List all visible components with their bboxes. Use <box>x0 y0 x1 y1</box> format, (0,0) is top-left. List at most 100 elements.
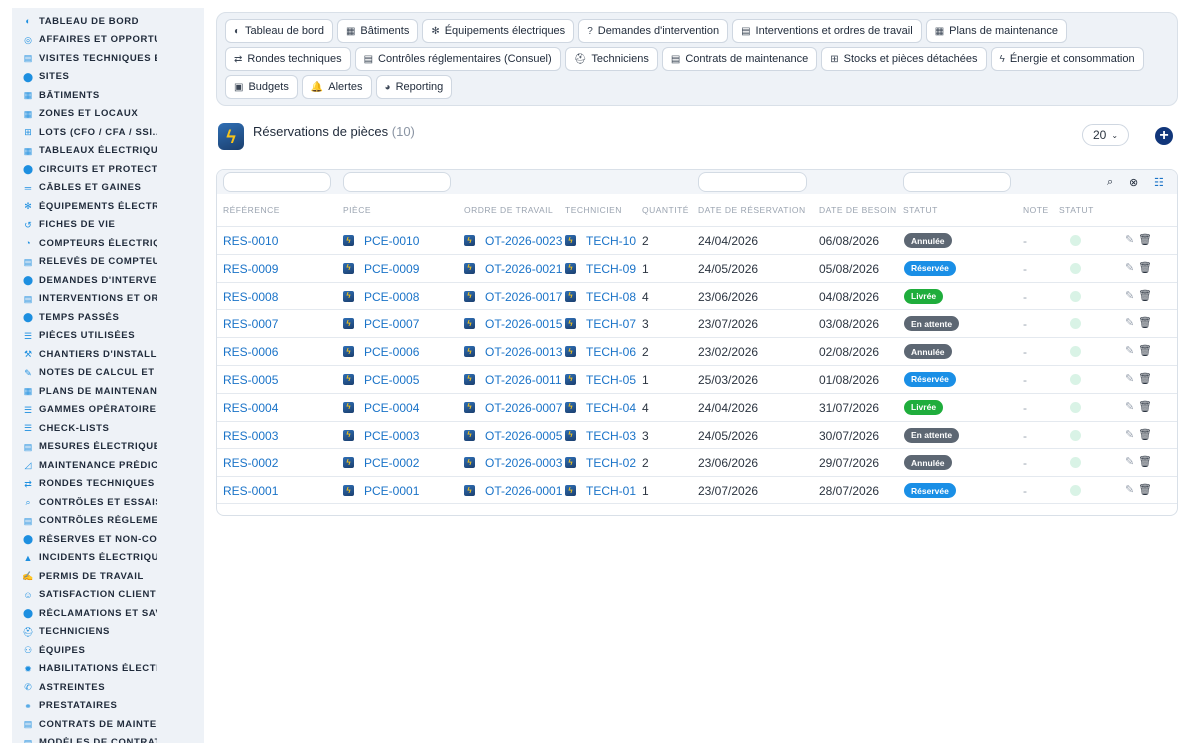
reference-link[interactable]: RES-0008 <box>223 290 278 304</box>
delete-icon[interactable]: 🗑 <box>1138 428 1152 441</box>
edit-icon[interactable]: ✎ <box>1125 261 1134 274</box>
work-order-link[interactable]: OT-2026-0011 <box>485 373 562 387</box>
sidebar-item[interactable]: ⬤ RÉCLAMATIONS ET SAV <box>12 604 204 623</box>
delete-icon[interactable]: 🗑 <box>1138 372 1152 385</box>
work-order-link[interactable]: OT-2026-0015 <box>485 317 562 331</box>
nav-button[interactable]: 🔔 Alertes <box>301 75 372 99</box>
edit-icon[interactable]: ✎ <box>1125 483 1134 496</box>
sidebar-item[interactable]: ▤ CONTRÔLES RÉGLEMENTAIRES <box>12 512 204 531</box>
filter-date-reservation-input[interactable] <box>698 172 807 192</box>
column-header-statut-indicator[interactable]: Statut <box>1059 205 1094 215</box>
piece-link[interactable]: PCE-0004 <box>364 401 419 415</box>
reference-link[interactable]: RES-0005 <box>223 373 278 387</box>
sidebar-item[interactable]: ▤ CONTRATS DE MAINTENANCE <box>12 715 204 734</box>
edit-icon[interactable]: ✎ <box>1125 372 1134 385</box>
sidebar-item[interactable]: ✻ ÉQUIPEMENTS ÉLECTRIQUES <box>12 197 204 216</box>
sidebar-item[interactable]: ⬤ CIRCUITS ET PROTECTIONS <box>12 160 204 179</box>
nav-button[interactable]: ⊞ Stocks et pièces détachées <box>821 47 987 71</box>
sidebar-item[interactable]: ☰ GAMMES OPÉRATOIRES <box>12 401 204 420</box>
piece-link[interactable]: PCE-0001 <box>364 484 419 498</box>
sidebar-item[interactable]: ▦ TABLEAUX ÉLECTRIQUES <box>12 142 204 161</box>
sidebar-item[interactable]: ☺ SATISFACTION CLIENT <box>12 586 204 605</box>
column-header-note[interactable]: Note <box>1023 205 1049 215</box>
technician-link[interactable]: TECH-01 <box>586 484 636 498</box>
delete-icon[interactable]: 🗑 <box>1138 261 1152 274</box>
sidebar-item[interactable]: ⬤ DEMANDES D'INTERVENTION <box>12 271 204 290</box>
sidebar-item[interactable]: ◿ MAINTENANCE PRÉDICTIVE <box>12 456 204 475</box>
sidebar-item[interactable]: ⌕ CONTRÔLES ET ESSAIS <box>12 493 204 512</box>
delete-icon[interactable]: 🗑 <box>1138 400 1152 413</box>
nav-button[interactable]: ✻ Équipements électriques <box>422 19 575 43</box>
sidebar-item[interactable]: ✹ HABILITATIONS ÉLECTRIQUES <box>12 660 204 679</box>
work-order-link[interactable]: OT-2026-0001 <box>485 484 562 498</box>
column-list-icon[interactable]: ☷ <box>1154 176 1164 189</box>
piece-link[interactable]: PCE-0007 <box>364 317 419 331</box>
nav-button[interactable]: ◐ Tableau de bord <box>225 19 333 43</box>
column-header-quantite[interactable]: Quantité <box>642 205 689 215</box>
sidebar-item[interactable]: ▲ INCIDENTS ÉLECTRIQUES <box>12 549 204 568</box>
sidebar-item[interactable]: ☰ PIÈCES UTILISÉES <box>12 327 204 346</box>
delete-icon[interactable]: 🗑 <box>1138 483 1152 496</box>
reference-link[interactable]: RES-0002 <box>223 456 278 470</box>
sidebar-item[interactable]: ✍ PERMIS DE TRAVAIL <box>12 567 204 586</box>
nav-button[interactable]: ⇄ Rondes techniques <box>225 47 351 71</box>
sidebar-item[interactable]: ▤ MODÈLES DE CONTRATS <box>12 734 204 743</box>
nav-button[interactable]: ▦ Plans de maintenance <box>925 19 1067 43</box>
work-order-link[interactable]: OT-2026-0007 <box>485 401 562 415</box>
sidebar-item[interactable]: ⚭ PRESTATAIRES <box>12 697 204 716</box>
technician-link[interactable]: TECH-07 <box>586 317 636 331</box>
reference-link[interactable]: RES-0001 <box>223 484 278 498</box>
piece-link[interactable]: PCE-0005 <box>364 373 419 387</box>
technician-link[interactable]: TECH-02 <box>586 456 636 470</box>
add-button[interactable]: + <box>1155 127 1173 145</box>
sidebar-item[interactable]: ⚇ ÉQUIPES <box>12 641 204 660</box>
sidebar-item[interactable]: ◔ COMPTEURS ÉLECTRIQUES <box>12 234 204 253</box>
work-order-link[interactable]: OT-2026-0021 <box>485 262 562 276</box>
nav-button[interactable]: ϟ Énergie et consommation <box>990 47 1144 71</box>
reference-link[interactable]: RES-0009 <box>223 262 278 276</box>
work-order-link[interactable]: OT-2026-0005 <box>485 429 562 443</box>
nav-button[interactable]: ▤ Contrôles réglementaires (Consuel) <box>354 47 561 71</box>
delete-icon[interactable]: 🗑 <box>1138 316 1152 329</box>
work-order-link[interactable]: OT-2026-0003 <box>485 456 562 470</box>
edit-icon[interactable]: ✎ <box>1125 289 1134 302</box>
nav-button[interactable]: ? Demandes d'intervention <box>578 19 729 43</box>
sidebar-item[interactable]: ◎ AFFAIRES ET OPPORTUNITÉS <box>12 31 204 50</box>
sidebar-item[interactable]: ▦ PLANS DE MAINTENANCE <box>12 382 204 401</box>
filter-clear-icon[interactable]: ⊗ <box>1129 176 1138 189</box>
column-header-date-reservation[interactable]: Date de réservation <box>698 205 806 215</box>
edit-icon[interactable]: ✎ <box>1125 316 1134 329</box>
search-icon[interactable]: ⌕ <box>1107 176 1113 189</box>
sidebar-item[interactable]: ⬤ RÉSERVES ET NON-CONFORMITÉS <box>12 530 204 549</box>
filter-piece-input[interactable] <box>343 172 451 192</box>
technician-link[interactable]: TECH-03 <box>586 429 636 443</box>
sidebar-item[interactable]: ✆ ASTREINTES <box>12 678 204 697</box>
nav-button[interactable]: ⛑ Techniciens <box>564 47 658 71</box>
technician-link[interactable]: TECH-05 <box>586 373 636 387</box>
sidebar-item[interactable]: ▤ RELEVÉS DE COMPTEURS <box>12 253 204 272</box>
column-header-statut[interactable]: Statut <box>903 205 938 215</box>
page-size-select[interactable]: 20 ⌄ <box>1082 124 1129 146</box>
filter-statut-input[interactable] <box>903 172 1011 192</box>
reference-link[interactable]: RES-0010 <box>223 234 278 248</box>
sidebar-item[interactable]: ⬤ SITES <box>12 68 204 87</box>
nav-button[interactable]: ◕ Reporting <box>375 75 453 99</box>
sidebar-item[interactable]: ☰ CHECK-LISTS <box>12 419 204 438</box>
sidebar-item[interactable]: ▤ MESURES ÉLECTRIQUES <box>12 438 204 457</box>
nav-button[interactable]: ▣ Budgets <box>225 75 298 99</box>
reference-link[interactable]: RES-0006 <box>223 345 278 359</box>
reference-link[interactable]: RES-0007 <box>223 317 278 331</box>
sidebar-item[interactable]: ▤ INTERVENTIONS ET ORDRES DE TRAVAIL <box>12 290 204 309</box>
column-header-ordre-de-travail[interactable]: Ordre de travail <box>464 205 553 215</box>
sidebar-item[interactable]: ⬤ TEMPS PASSÉS <box>12 308 204 327</box>
sidebar-item[interactable]: ◐ TABLEAU DE BORD <box>12 12 204 31</box>
sidebar-item[interactable]: ═ CÂBLES ET GAINES <box>12 179 204 198</box>
work-order-link[interactable]: OT-2026-0013 <box>485 345 562 359</box>
edit-icon[interactable]: ✎ <box>1125 233 1134 246</box>
delete-icon[interactable]: 🗑 <box>1138 289 1152 302</box>
column-header-date-besoin[interactable]: Date de besoin <box>819 205 897 215</box>
sidebar-item[interactable]: ⊞ LOTS (CFO / CFA / SSI...) <box>12 123 204 142</box>
technician-link[interactable]: TECH-08 <box>586 290 636 304</box>
nav-button[interactable]: ▤ Contrats de maintenance <box>661 47 818 71</box>
piece-link[interactable]: PCE-0010 <box>364 234 419 248</box>
